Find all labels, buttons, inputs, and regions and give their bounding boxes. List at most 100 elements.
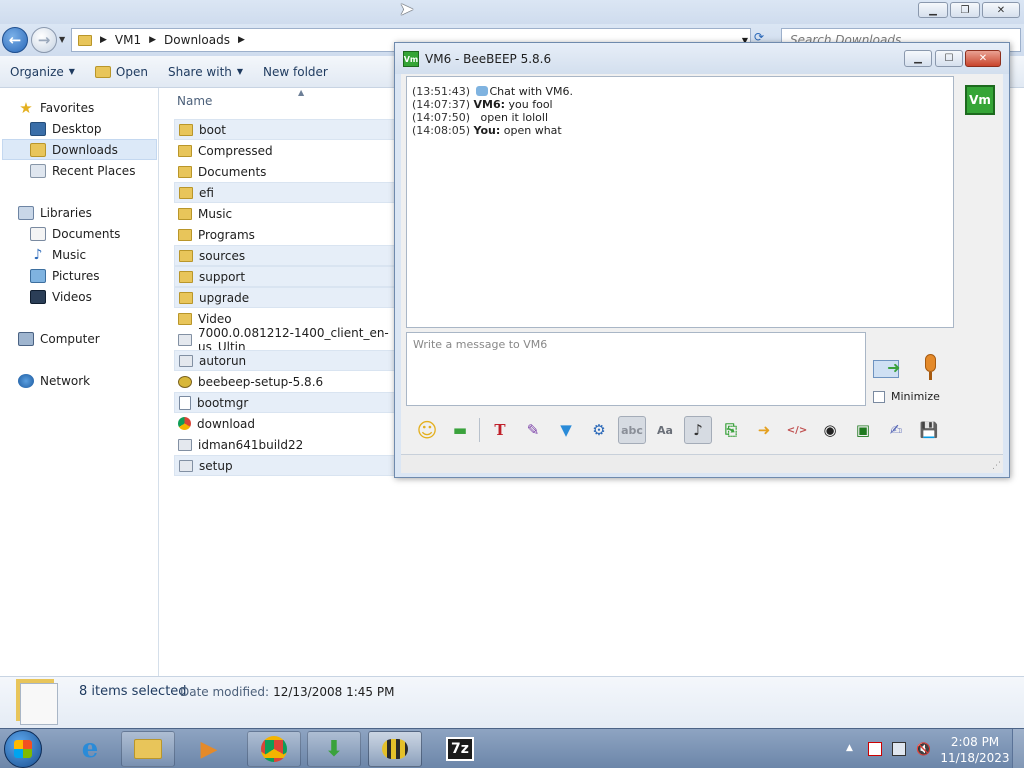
taskbar-internet-download-manager[interactable]: ⬇ — [307, 731, 361, 767]
nav-recent-places[interactable]: Recent Places — [30, 160, 157, 181]
clock-date[interactable]: 11/18/2023 — [940, 751, 1010, 765]
close-button[interactable]: ✕ — [982, 2, 1020, 18]
nav-computer[interactable]: Computer — [18, 328, 157, 349]
open-button[interactable]: Open — [85, 56, 158, 87]
chat-body: (13:51:43) Chat with VM6. (14:07:37) VM6:… — [401, 74, 1003, 473]
font-button[interactable]: T — [486, 416, 514, 444]
nav-downloads[interactable]: Downloads — [2, 139, 157, 160]
file-row[interactable]: 7000.0.081212-1400_client_en-us_Ultin — [174, 326, 404, 354]
breadcrumb-separator-icon[interactable]: ▶ — [100, 35, 107, 45]
nav-documents[interactable]: Documents — [30, 223, 157, 244]
word-complete-button[interactable]: Aa — [651, 416, 679, 444]
network-status-icon[interactable] — [892, 742, 906, 756]
file-row[interactable]: bootmgr — [174, 392, 404, 413]
breadcrumb-downloads[interactable]: Downloads — [164, 33, 230, 47]
new-folder-button[interactable]: New folder — [253, 56, 338, 87]
taskbar-windows-explorer[interactable] — [121, 731, 175, 767]
file-row[interactable]: efi — [174, 182, 404, 203]
file-row[interactable]: idman641build22 — [174, 434, 404, 455]
chat-maximize-button[interactable]: ☐ — [935, 50, 963, 67]
recent-pages-dropdown-icon[interactable]: ▼ — [59, 35, 65, 44]
explorer-title-bar[interactable]: ▁ ❐ ✕ — [0, 0, 1024, 24]
chat-title-bar[interactable]: Vm VM6 - BeeBEEP 5.8.6 ▁ ☐ ✕ — [395, 43, 1009, 74]
organize-button[interactable]: Organize ▼ — [0, 56, 85, 87]
notes-button[interactable]: ✍ — [882, 416, 910, 444]
filter-button[interactable]: ▼ — [552, 416, 580, 444]
file-row[interactable]: sources — [174, 245, 404, 266]
font-icon: T — [494, 421, 506, 439]
taskbar-media-player[interactable]: ▶ — [182, 731, 236, 767]
minimize-checkbox[interactable] — [873, 391, 885, 403]
message-text: open it lololl — [480, 111, 549, 124]
font-color-button[interactable]: ✎ — [519, 416, 547, 444]
file-row[interactable]: beebeep-setup-5.8.6 — [174, 371, 404, 392]
file-row[interactable]: Music — [174, 203, 404, 224]
file-row[interactable]: Programs — [174, 224, 404, 245]
share-with-button[interactable]: Share with ▼ — [158, 56, 253, 87]
show-hidden-icons-icon[interactable]: ▲ — [846, 743, 853, 753]
message-timestamp: (13:51:43) — [412, 85, 470, 98]
selection-thumbnail-icon — [20, 683, 58, 725]
peer-avatar[interactable]: Vm — [965, 85, 995, 115]
minimize-button[interactable]: ▁ — [918, 2, 948, 18]
taskbar-beebeep[interactable] — [368, 731, 422, 767]
screenshot-button[interactable]: ◉ — [816, 416, 844, 444]
send-message-button[interactable]: ➜ — [873, 354, 907, 382]
send-folder-button[interactable]: ➜ — [750, 416, 778, 444]
nav-favorites[interactable]: ★ Favorites — [18, 97, 157, 118]
file-row[interactable]: setup — [174, 455, 404, 476]
nav-music[interactable]: ♪ Music — [30, 244, 157, 265]
clock-time[interactable]: 2:08 PM — [940, 735, 1010, 749]
message-input[interactable]: Write a message to VM6 — [406, 332, 866, 406]
restore-button[interactable]: ❐ — [950, 2, 980, 18]
file-name: Programs — [198, 227, 255, 242]
volume-muted-icon[interactable]: 🔇 — [916, 742, 931, 756]
emoticons-button[interactable]: ☺ — [413, 416, 441, 444]
chat-minimize-button[interactable]: ▁ — [904, 50, 932, 67]
taskbar-chrome[interactable] — [247, 731, 301, 767]
breadcrumb-separator-icon[interactable]: ▶ — [238, 35, 245, 45]
application-icon — [178, 333, 192, 346]
breadcrumb-separator-icon[interactable]: ▶ — [149, 35, 156, 45]
save-chat-button[interactable]: 💾 — [915, 416, 943, 444]
spellcheck-button[interactable]: abc — [618, 416, 646, 444]
taskbar-internet-explorer[interactable]: e — [63, 731, 117, 767]
settings-button[interactable]: ⚙ — [585, 416, 613, 444]
camera-icon: ◉ — [823, 421, 837, 439]
breadcrumb-vm1[interactable]: VM1 — [115, 33, 141, 47]
open-folder-icon — [94, 65, 111, 78]
sound-button[interactable]: ♪ — [684, 416, 712, 444]
folder-icon — [179, 249, 193, 262]
nav-desktop[interactable]: Desktop — [30, 118, 157, 139]
file-row[interactable]: support — [174, 266, 404, 287]
date-modified-value: 12/13/2008 1:45 PM — [273, 685, 395, 699]
chat-close-button[interactable]: ✕ — [965, 50, 1001, 67]
green-button[interactable]: ▬ — [446, 416, 474, 444]
file-row[interactable]: download — [174, 413, 404, 434]
show-desktop-button[interactable] — [1012, 729, 1024, 768]
shell-button[interactable]: ▣ — [849, 416, 877, 444]
forward-button[interactable]: → — [31, 27, 57, 53]
minimize-checkbox-label: Minimize — [891, 390, 940, 403]
nav-pictures[interactable]: Pictures — [30, 265, 157, 286]
send-file-button[interactable]: ⎘ — [717, 416, 745, 444]
nav-libraries[interactable]: Libraries — [18, 202, 157, 223]
resize-grip-icon[interactable]: ⋰ — [992, 461, 1001, 471]
chat-history[interactable]: (13:51:43) Chat with VM6. (14:07:37) VM6:… — [406, 76, 954, 328]
action-center-icon[interactable] — [868, 742, 882, 756]
file-row[interactable]: Compressed — [174, 140, 404, 161]
html-button[interactable]: </> — [783, 416, 811, 444]
back-button[interactable]: ← — [2, 27, 28, 53]
file-row[interactable]: Documents — [174, 161, 404, 182]
nav-network[interactable]: Network — [18, 370, 157, 391]
file-row[interactable]: autorun — [174, 350, 404, 371]
file-row[interactable]: boot — [174, 119, 404, 140]
taskbar-7zip[interactable]: 7z — [433, 731, 487, 767]
start-button[interactable] — [4, 730, 42, 768]
column-header-name[interactable]: Name — [177, 94, 212, 108]
nav-videos[interactable]: Videos — [30, 286, 157, 307]
file-row[interactable]: upgrade — [174, 287, 404, 308]
folder-icon — [178, 165, 192, 178]
voice-message-button[interactable] — [919, 354, 941, 384]
microphone-stand-icon — [929, 372, 932, 380]
